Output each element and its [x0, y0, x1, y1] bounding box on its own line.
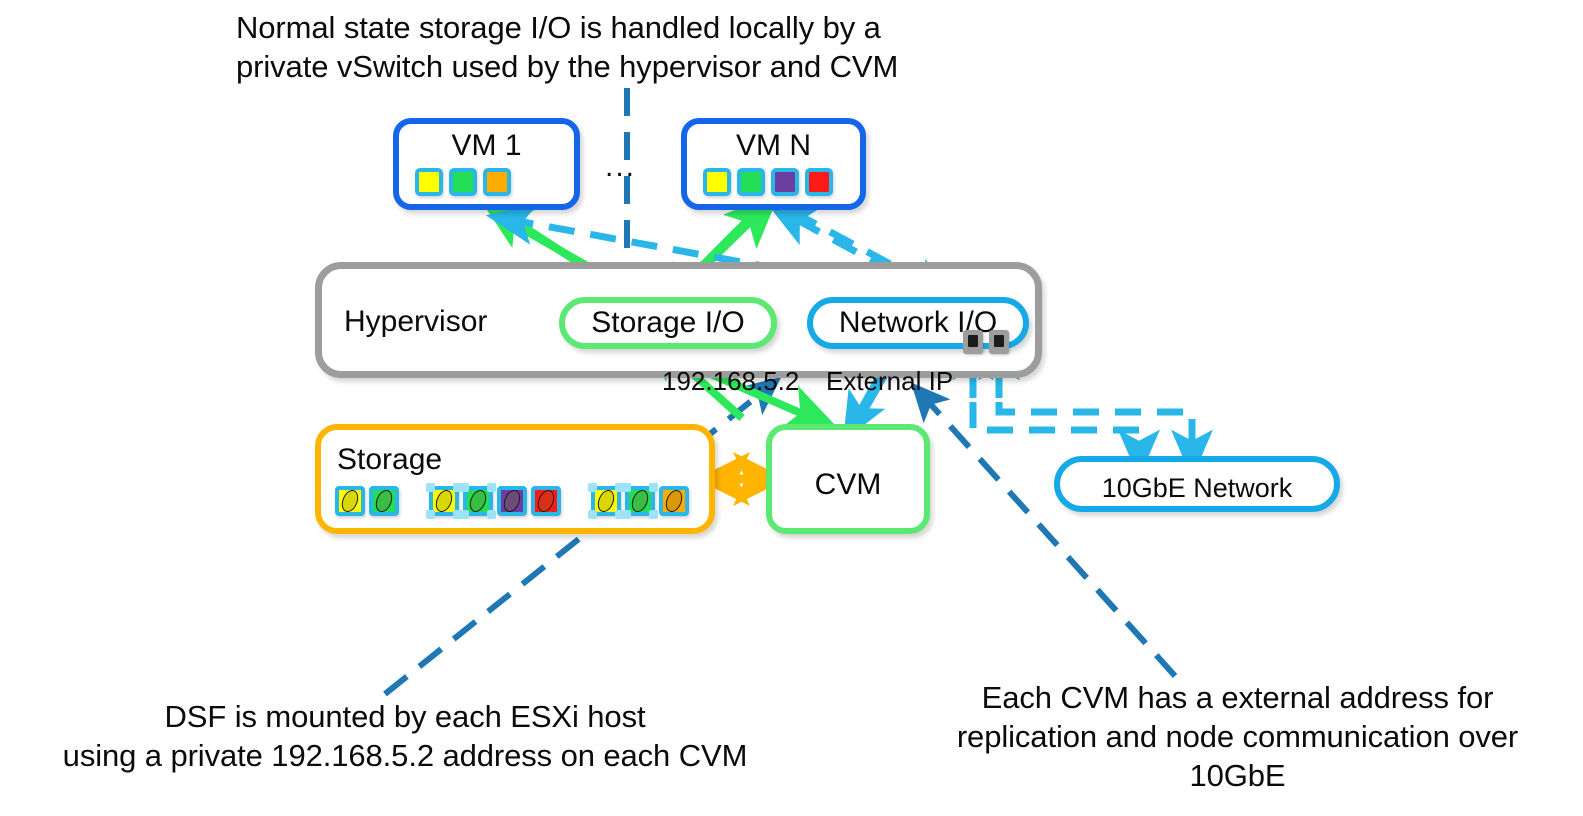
vm-n-chips [687, 168, 860, 196]
disk-group [335, 486, 399, 516]
diagram-canvas: Normal state storage I/O is handled loca… [0, 0, 1583, 816]
network-10gbe-box[interactable]: 10GbE Network [1054, 456, 1340, 512]
disk-icon [497, 486, 527, 516]
disk-groups [335, 483, 689, 519]
cvm-label: CVM [814, 468, 882, 501]
external-ip-label: External IP [826, 366, 954, 396]
caption-bottom-left: DSF is mounted by each ESXi host using a… [62, 699, 748, 773]
disk-icon [426, 483, 462, 519]
hypervisor-label: Hypervisor [344, 305, 488, 338]
vm-chip [737, 168, 765, 196]
storage-label: Storage [337, 443, 443, 476]
disk-icon [369, 486, 399, 516]
storage-box[interactable]: Storage [315, 424, 715, 534]
vm-box-1[interactable]: VM 1 [393, 118, 580, 210]
vm-box-n[interactable]: VM N [681, 118, 866, 210]
vm-ellipsis: ... [605, 150, 637, 183]
vm-chip [771, 168, 799, 196]
vm-chip [703, 168, 731, 196]
nic-port-icon [989, 330, 1009, 354]
storage-io-pill[interactable]: Storage I/O [559, 297, 777, 349]
disk-group [588, 483, 689, 519]
network-10gbe-label: 10GbE Network [1101, 473, 1293, 503]
vm-1-chips [399, 168, 574, 196]
disk-icon [531, 486, 561, 516]
vm-chip [449, 168, 477, 196]
private-ip-label: 192.168.5.2 [662, 366, 800, 396]
vm-1-title: VM 1 [451, 129, 522, 162]
disk-icon [659, 486, 689, 516]
nic-port-icon [963, 330, 983, 354]
hypervisor-box[interactable]: Hypervisor Storage I/O Network I/O [315, 262, 1042, 378]
vm-n-title: VM N [736, 129, 811, 162]
vm-chip [483, 168, 511, 196]
disk-icon [622, 483, 658, 519]
leader-bottom-right-caption [910, 382, 1178, 679]
disk-group [426, 483, 561, 519]
vm-chip [805, 168, 833, 196]
disk-icon [588, 483, 624, 519]
disk-icon [335, 486, 365, 516]
disk-icon [460, 483, 496, 519]
vm-chip [415, 168, 443, 196]
caption-bottom-right: Each CVM has a external address for repl… [956, 680, 1519, 793]
caption-top: Normal state storage I/O is handled loca… [236, 10, 899, 84]
cvm-box[interactable]: CVM [766, 424, 930, 534]
